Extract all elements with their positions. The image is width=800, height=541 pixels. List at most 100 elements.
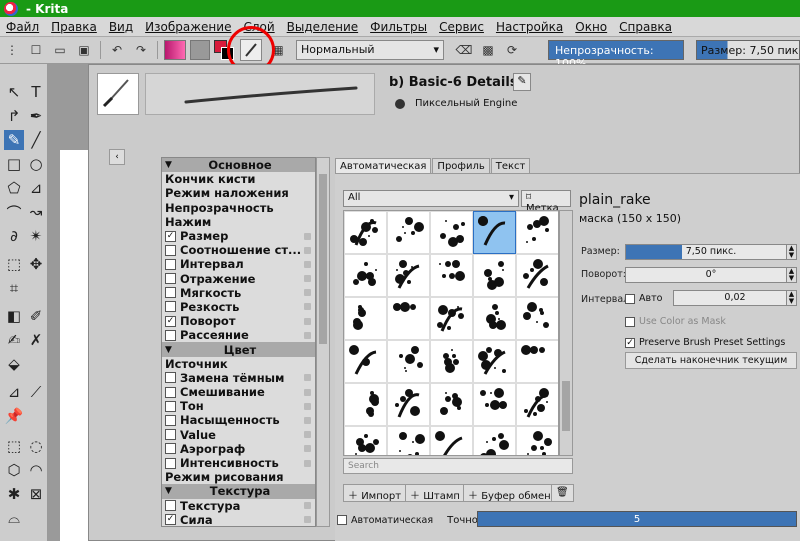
tab-2[interactable]: Текст [490,158,531,174]
make-current-button[interactable]: Сделать наконечник текущим [625,352,797,369]
option-item[interactable]: ✓ Сила [162,513,315,526]
lock-icon[interactable] [304,275,311,283]
checkbox-box[interactable] [165,429,176,441]
option-item[interactable]: ✓ Размер [162,229,315,243]
dynamic-brush-icon[interactable]: ∂ [4,226,24,246]
similar-select-icon[interactable]: ⊠ [26,484,46,504]
tip-size-spinbox[interactable]: 7,50 пикс. ▲ ▼ [625,244,797,260]
option-item[interactable]: Аэрограф [162,442,315,456]
freehand-select-icon[interactable]: ◠ [26,460,46,480]
fill-tool-icon[interactable]: ⬙ [4,354,24,374]
crop-tool-icon[interactable]: ⌗ [4,278,24,298]
option-group-header[interactable]: ▼ Текстура [162,484,315,499]
option-item[interactable]: Мягкость [162,286,315,300]
select-shapes-icon[interactable]: ↖ [4,82,24,102]
brush-tip-rough-icon[interactable] [344,254,387,297]
option-item[interactable]: Замена тёмным [162,371,315,385]
tab-0[interactable]: Автоматическая [335,158,432,174]
eraser-icon[interactable]: ⌫ [454,40,474,60]
polyline-tool-icon[interactable]: ⊿ [26,178,46,198]
spin-arrows-icon[interactable]: ▲ ▼ [786,291,796,305]
gradient-tool-icon[interactable]: ◧ [4,306,24,326]
menu-item[interactable]: Фильтры [364,20,433,34]
checkbox-box[interactable] [165,329,176,341]
lock-icon[interactable] [304,317,311,325]
brush-tip-fibre-icon[interactable] [473,426,516,455]
menu-item[interactable]: Настройка [490,20,569,34]
option-item[interactable]: Кончик кисти [162,172,315,186]
menu-item[interactable]: Окно [569,20,613,34]
pattern-selector[interactable] [190,40,210,60]
checkbox-box[interactable] [165,301,176,313]
brush-tip-dots-icon[interactable] [516,211,558,254]
brush-tip-spots-icon[interactable] [516,383,558,426]
brush-tip-pencil-icon[interactable] [387,426,430,455]
option-item[interactable]: Насыщенность [162,413,315,427]
brush-tip-leaf-icon[interactable] [387,211,430,254]
spin-arrows-icon[interactable]: ▲ ▼ [786,268,796,282]
rotation-spinbox[interactable]: 0° ▲ ▼ [625,267,797,283]
lock-icon[interactable] [304,303,311,311]
brush-tip-inkblot-icon[interactable] [387,383,430,426]
alpha-lock-icon[interactable]: ▩ [478,40,498,60]
freehand-path-icon[interactable]: ↝ [26,202,46,222]
move-tool-icon[interactable]: ✥ [26,254,46,274]
brush-tip-drip-icon[interactable] [344,383,387,426]
contiguous-select-icon[interactable]: ✱ [4,484,24,504]
option-item[interactable]: Рассеяние [162,328,315,342]
precision-slider[interactable]: 5 [477,511,797,527]
assistant-tool-icon[interactable]: ⊿ [4,382,24,402]
lock-icon[interactable] [304,331,311,339]
freehand-brush-icon[interactable]: ✎ [4,130,24,150]
checkbox-box[interactable] [165,457,176,469]
brush-tip-strokes-icon[interactable] [344,297,387,340]
lock-icon[interactable] [304,289,311,297]
checkbox-box[interactable] [165,287,176,299]
open-document-icon[interactable]: ▭ [50,40,70,60]
polygon-select-icon[interactable]: ⬡ [4,460,24,480]
undo-icon[interactable]: ↶ [107,40,127,60]
checkbox-box[interactable]: ✓ [165,230,176,242]
brush-tip-splash-icon[interactable] [516,340,558,383]
option-item[interactable]: Режим рисования [162,470,315,484]
menu-item[interactable]: Изображение [139,20,237,34]
lock-icon[interactable] [304,388,311,396]
checkbox-box[interactable] [165,386,176,398]
collapse-presets-button[interactable]: ‹ [109,149,125,165]
transform-tool-icon[interactable]: ⬚ [4,254,24,274]
multibrush-icon[interactable]: ✴ [26,226,46,246]
checkbox-box[interactable] [165,273,176,285]
auto-spacing-checkbox[interactable]: Авто [625,293,662,304]
brush-tip-spray-icon[interactable] [473,254,516,297]
spacing-spinbox[interactable]: 0,02 ▲ ▼ [673,290,797,306]
lock-icon[interactable] [304,431,311,439]
preserve-settings-checkbox[interactable]: ✓ Preserve Brush Preset Settings [625,337,785,348]
new-document-icon[interactable]: ☐ [26,40,46,60]
calligraphy-icon[interactable]: ✒ [26,106,46,126]
reference-tool-icon[interactable]: 📌 [4,406,24,426]
opacity-slider[interactable]: Непрозрачность: 100% [548,40,684,70]
tip-grid-scrollbar[interactable] [559,210,573,456]
lock-icon[interactable] [304,459,311,467]
stamp-button[interactable]: ＋ Штамп [405,484,465,502]
use-color-mask-checkbox[interactable]: Use Color as Mask [625,316,726,327]
checkbox-box[interactable] [165,400,176,412]
edit-shapes-icon[interactable]: ↱ [4,106,24,126]
clipboard-button[interactable]: ＋ Буфер обмена [463,484,562,502]
option-item[interactable]: ✓ Поворот [162,314,315,328]
gradient-selector[interactable] [164,40,186,60]
brush-tip-spike-icon[interactable] [344,426,387,455]
lock-icon[interactable] [304,232,311,240]
option-item[interactable]: Смешивание [162,385,315,399]
checkbox-box[interactable] [165,372,176,384]
brush-tip-smear-icon[interactable] [387,297,430,340]
option-item[interactable]: Value [162,428,315,442]
redo-icon[interactable]: ↷ [131,40,151,60]
options-scrollbar[interactable] [316,157,330,527]
delete-button[interactable]: 🗑 [551,484,574,502]
canvas-page[interactable] [60,150,90,541]
brush-tip-scratch-icon[interactable] [430,297,473,340]
option-item[interactable]: Отражение [162,272,315,286]
line-tool-icon[interactable]: ╱ [26,130,46,150]
brush-tip-cracks-icon[interactable] [430,426,473,455]
